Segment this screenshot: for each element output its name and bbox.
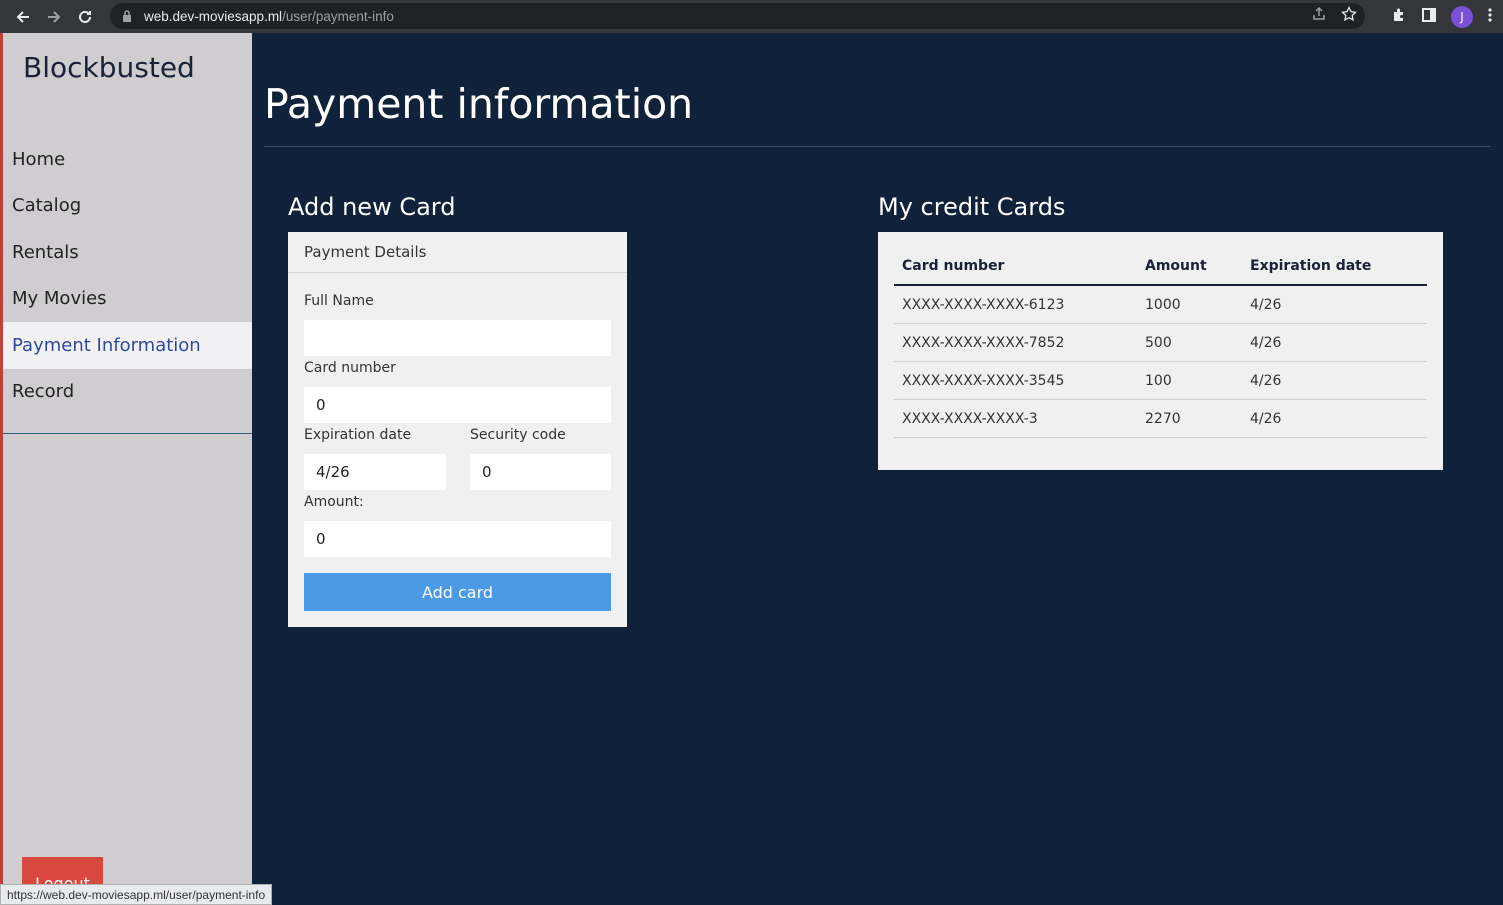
security-code-label: Security code xyxy=(470,427,566,443)
expiration-cell: 4/26 xyxy=(1250,410,1282,427)
url-text: web.dev-moviesapp.ml/user/payment-info xyxy=(144,8,394,24)
amount-label: Amount: xyxy=(304,494,364,510)
amount-cell: 1000 xyxy=(1145,296,1181,313)
full-name-input[interactable] xyxy=(304,320,611,356)
sidebar-item-rentals[interactable]: Rentals xyxy=(3,229,252,276)
sidebar-item-record[interactable]: Record xyxy=(3,369,252,416)
forward-arrow-icon[interactable] xyxy=(40,3,68,31)
card-number-cell: XXXX-XXXX-XXXX-3545 xyxy=(902,372,1065,389)
add-card-title: Add new Card xyxy=(288,193,456,221)
payment-details-header: Payment Details xyxy=(288,232,627,273)
credit-cards-table: Card number Amount Expiration date XXXX-… xyxy=(894,248,1427,438)
credit-cards-panel: Card number Amount Expiration date XXXX-… xyxy=(878,232,1443,470)
card-number-cell: XXXX-XXXX-XXXX-7852 xyxy=(902,334,1065,351)
column-header-expiration-date: Expiration date xyxy=(1250,258,1372,274)
table-header: Card number Amount Expiration date xyxy=(894,248,1427,286)
card-number-cell: XXXX-XXXX-XXXX-3 xyxy=(902,410,1038,427)
table-row: XXXX-XXXX-XXXX-3545 100 4/26 xyxy=(894,362,1427,400)
sidebar-item-my-movies[interactable]: My Movies xyxy=(3,276,252,323)
amount-input[interactable]: 0 xyxy=(304,521,611,557)
column-header-card-number: Card number xyxy=(902,258,1005,274)
card-number-cell: XXXX-XXXX-XXXX-6123 xyxy=(902,296,1065,313)
table-row: XXXX-XXXX-XXXX-6123 1000 4/26 xyxy=(894,286,1427,324)
card-number-label: Card number xyxy=(304,360,396,376)
column-header-amount: Amount xyxy=(1145,258,1207,274)
sidebar-menu: Home Catalog Rentals My Movies Payment I… xyxy=(3,136,252,415)
add-card-form: Payment Details Full Name Card number 0 … xyxy=(288,232,627,627)
expiration-date-input[interactable]: 4/26 xyxy=(304,454,446,490)
add-card-button[interactable]: Add card xyxy=(304,573,611,611)
expiration-cell: 4/26 xyxy=(1250,334,1282,351)
sidebar-divider xyxy=(3,433,252,434)
share-icon[interactable] xyxy=(1311,6,1327,26)
amount-cell: 2270 xyxy=(1145,410,1181,427)
kebab-menu-icon[interactable] xyxy=(1487,7,1493,27)
sidebar-item-payment-information[interactable]: Payment Information xyxy=(3,322,252,369)
extensions-puzzle-icon[interactable] xyxy=(1391,7,1407,27)
profile-avatar[interactable]: J xyxy=(1451,5,1473,28)
expiration-cell: 4/26 xyxy=(1250,296,1282,313)
back-arrow-icon[interactable] xyxy=(9,3,37,31)
status-bar-url: https://web.dev-moviesapp.ml/user/paymen… xyxy=(0,884,273,905)
full-name-label: Full Name xyxy=(304,293,374,309)
credit-cards-title: My credit Cards xyxy=(878,193,1066,221)
card-number-input[interactable]: 0 xyxy=(304,387,611,423)
sidebar-item-home[interactable]: Home xyxy=(3,136,252,183)
amount-cell: 500 xyxy=(1145,334,1172,351)
brand-logo[interactable]: Blockbusted xyxy=(23,51,195,84)
title-divider xyxy=(264,146,1491,147)
side-panel-icon[interactable] xyxy=(1421,7,1437,27)
sidebar-item-catalog[interactable]: Catalog xyxy=(3,183,252,230)
expiration-cell: 4/26 xyxy=(1250,372,1282,389)
expiration-date-label: Expiration date xyxy=(304,427,412,443)
security-code-input[interactable]: 0 xyxy=(470,454,611,490)
star-icon[interactable] xyxy=(1341,5,1357,26)
address-bar[interactable]: web.dev-moviesapp.ml/user/payment-info xyxy=(110,3,1365,29)
table-row: XXXX-XXXX-XXXX-3 2270 4/26 xyxy=(894,400,1427,438)
page-title: Payment information xyxy=(264,80,694,128)
sidebar: Blockbusted Home Catalog Rentals My Movi… xyxy=(0,33,252,905)
table-row: XXXX-XXXX-XXXX-7852 500 4/26 xyxy=(894,324,1427,362)
amount-cell: 100 xyxy=(1145,372,1172,389)
browser-toolbar: web.dev-moviesapp.ml/user/payment-info J xyxy=(0,0,1503,33)
lock-icon xyxy=(122,10,132,22)
reload-icon[interactable] xyxy=(71,3,99,31)
